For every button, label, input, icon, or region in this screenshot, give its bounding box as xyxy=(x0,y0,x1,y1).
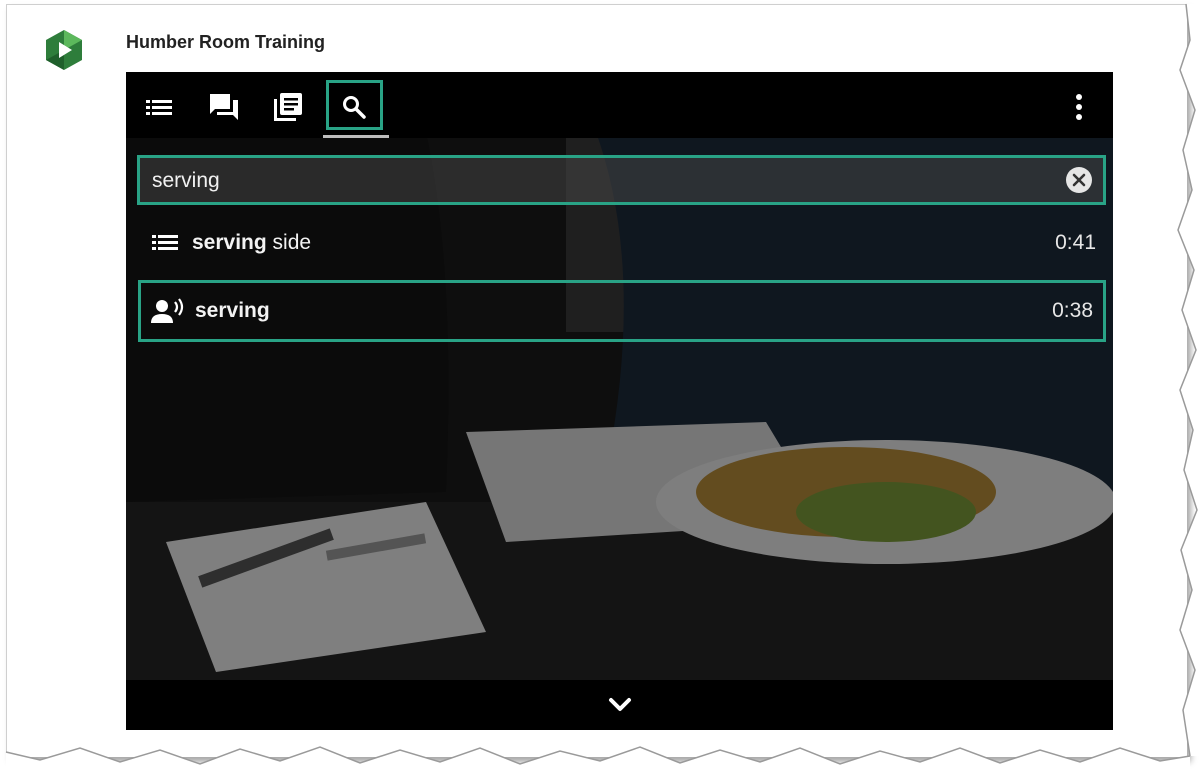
chevron-down-icon xyxy=(609,698,631,711)
more-vert-icon xyxy=(1076,94,1082,120)
tab-slides[interactable] xyxy=(268,87,308,127)
search-result-chapter[interactable]: serving side 0:41 xyxy=(138,212,1106,274)
more-options-button[interactable] xyxy=(1059,87,1099,127)
search-field xyxy=(137,155,1106,205)
result-text: serving side xyxy=(192,231,1055,255)
expand-panel-button[interactable] xyxy=(604,690,636,720)
player-bottom-bar xyxy=(126,680,1113,730)
tab-transcript[interactable] xyxy=(204,87,244,127)
result-timestamp: 0:38 xyxy=(1052,299,1093,322)
page-title: Humber Room Training xyxy=(126,32,326,52)
result-rest: side xyxy=(266,231,312,254)
search-result-transcript[interactable]: serving 0:38 xyxy=(138,280,1106,342)
tab-search[interactable] xyxy=(334,87,374,127)
close-circle-icon xyxy=(1066,167,1092,193)
result-match: serving xyxy=(192,231,267,254)
result-text: serving xyxy=(195,299,1052,323)
result-match: serving xyxy=(195,299,270,322)
chat-icon xyxy=(210,94,238,120)
clear-search-button[interactable] xyxy=(1065,166,1093,194)
speaker-icon xyxy=(151,296,185,326)
search-icon xyxy=(343,96,366,119)
video-player[interactable]: serving side 0:41 serving 0:38 xyxy=(126,72,1113,730)
player-side-toolbar xyxy=(126,72,1113,138)
slides-icon xyxy=(274,93,302,121)
tab-search-underline xyxy=(323,135,389,138)
search-input[interactable] xyxy=(150,158,1054,204)
list-icon xyxy=(148,228,182,258)
result-timestamp: 0:41 xyxy=(1055,231,1096,254)
tab-chapters[interactable] xyxy=(139,87,179,127)
list-icon xyxy=(146,100,172,115)
kaltura-logo-icon xyxy=(44,28,84,72)
